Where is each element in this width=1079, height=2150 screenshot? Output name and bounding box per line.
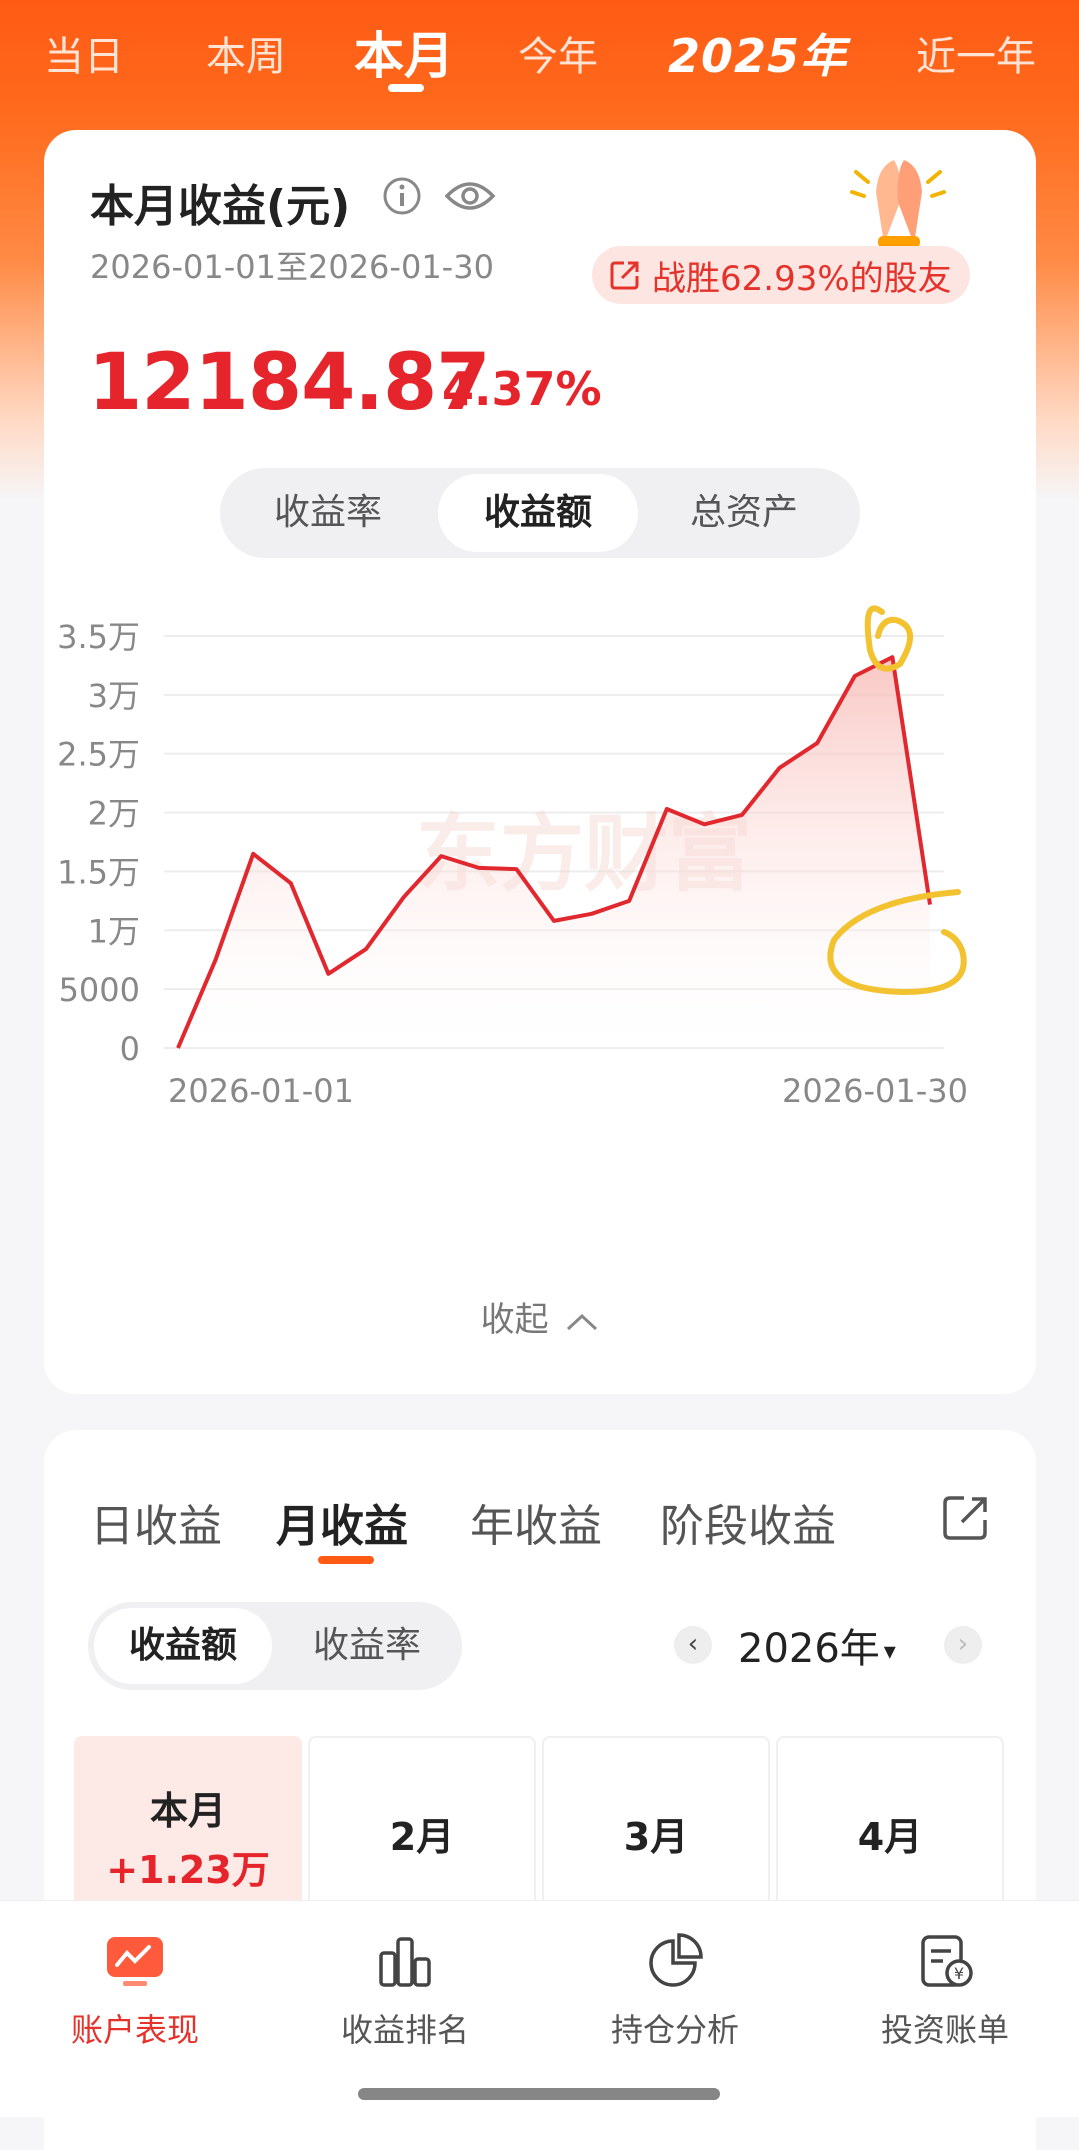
month-label: 3月 bbox=[544, 1806, 768, 1861]
clapping-hands-icon bbox=[844, 152, 954, 252]
toggle2-amount[interactable]: 收益额 bbox=[94, 1608, 272, 1684]
month-label: 本月 bbox=[76, 1780, 300, 1835]
beat-percentile-badge[interactable]: 战胜62.93%的股友 bbox=[592, 246, 970, 304]
svg-text:¥: ¥ bbox=[954, 1964, 964, 1983]
profit-amount: 12184.87 bbox=[88, 338, 490, 428]
nav-label: 收益排名 bbox=[270, 2005, 540, 2051]
tab-stage-profit[interactable]: 阶段收益 bbox=[660, 1490, 836, 1554]
x-tick-label: 2026-01-01 bbox=[168, 1072, 354, 1110]
profit-percent: 4.37% bbox=[442, 362, 602, 416]
active-tab-indicator bbox=[388, 84, 424, 92]
nav-label: 持仓分析 bbox=[540, 2005, 810, 2051]
nav-investment-bill[interactable]: ¥ 投资账单 bbox=[810, 1931, 1079, 2051]
collapse-button[interactable]: 收起 bbox=[44, 1292, 1036, 1341]
month-value: +1.23万 bbox=[76, 1839, 300, 1894]
y-tick-label: 1万 bbox=[88, 912, 140, 950]
metric-toggle-2: 收益额 收益率 bbox=[88, 1602, 462, 1690]
tab-this-month[interactable]: 本月 bbox=[354, 16, 454, 88]
chevron-up-icon bbox=[565, 1311, 599, 1333]
tab-this-week[interactable]: 本周 bbox=[206, 24, 286, 82]
toggle-return-amount[interactable]: 收益额 bbox=[438, 474, 638, 552]
nav-profit-ranking[interactable]: 收益排名 bbox=[270, 1931, 540, 2051]
collapse-label: 收起 bbox=[481, 1300, 549, 1340]
eye-icon[interactable] bbox=[444, 178, 496, 214]
month-label: 4月 bbox=[778, 1806, 1002, 1861]
next-year-button[interactable]: › bbox=[944, 1626, 982, 1664]
nav-holdings-analysis[interactable]: 持仓分析 bbox=[540, 1931, 810, 2051]
share-icon bbox=[608, 258, 642, 292]
toggle-return-rate[interactable]: 收益率 bbox=[228, 468, 428, 558]
toggle2-rate[interactable]: 收益率 bbox=[278, 1602, 456, 1690]
nav-account-performance[interactable]: 账户表现 bbox=[0, 1931, 270, 2051]
x-tick-label: 2026-01-30 bbox=[782, 1072, 968, 1110]
y-tick-label: 2万 bbox=[88, 795, 140, 833]
toggle-total-assets[interactable]: 总资产 bbox=[644, 468, 844, 558]
y-tick-label: 1.5万 bbox=[57, 853, 140, 891]
card-title: 本月收益(元) bbox=[90, 170, 350, 234]
tab-yearly-profit[interactable]: 年收益 bbox=[470, 1490, 602, 1554]
bill-icon: ¥ bbox=[913, 1931, 977, 1991]
year-label: 2026年 bbox=[738, 1626, 880, 1672]
prev-year-button[interactable]: ‹ bbox=[674, 1626, 712, 1664]
tab-2025[interactable]: 2025年 bbox=[668, 20, 847, 86]
info-icon[interactable] bbox=[382, 176, 422, 216]
y-tick-label: 3万 bbox=[88, 677, 140, 715]
date-range: 2026-01-01至2026-01-30 bbox=[90, 242, 494, 288]
y-tick-label: 5000 bbox=[59, 971, 140, 1009]
period-nav: 当日 本周 本月 今年 2025年 近一年 bbox=[0, 0, 1079, 120]
y-tick-label: 0 bbox=[120, 1030, 140, 1068]
caret-down-icon: ▾ bbox=[884, 1637, 896, 1665]
share-icon[interactable] bbox=[940, 1492, 992, 1544]
nav-label: 投资账单 bbox=[810, 2005, 1079, 2051]
profit-line-chart[interactable]: 3.5万3万2.5万2万1.5万1万50000东方财富2026-01-01202… bbox=[44, 600, 1036, 1120]
beat-text: 战胜62.93%的股友 bbox=[652, 251, 952, 300]
tab-this-year[interactable]: 今年 bbox=[518, 24, 598, 82]
tab-daily-profit[interactable]: 日收益 bbox=[90, 1490, 222, 1554]
y-tick-label: 2.5万 bbox=[57, 736, 140, 774]
tab-today[interactable]: 当日 bbox=[44, 24, 124, 82]
nav-label: 账户表现 bbox=[0, 2005, 270, 2051]
home-indicator bbox=[358, 2088, 720, 2100]
bottom-nav: 账户表现 收益排名 持仓分析 ¥ 投资账单 bbox=[0, 1900, 1079, 2117]
bar-chart-icon bbox=[373, 1931, 437, 1991]
month-label: 2月 bbox=[310, 1806, 534, 1861]
tab-last-year[interactable]: 近一年 bbox=[916, 24, 1036, 82]
year-selector[interactable]: 2026年▾ bbox=[738, 1616, 896, 1674]
period-tab-indicator bbox=[318, 1556, 374, 1564]
metric-toggle: 收益率 收益额 总资产 bbox=[220, 468, 860, 558]
tab-monthly-profit[interactable]: 月收益 bbox=[276, 1490, 408, 1554]
pie-chart-icon bbox=[643, 1931, 707, 1991]
summary-card: 本月收益(元) 2026-01-01至2026-01-30 战胜62.93%的股… bbox=[44, 130, 1036, 1394]
performance-chart-icon bbox=[103, 1931, 167, 1991]
y-tick-label: 3.5万 bbox=[57, 618, 140, 656]
